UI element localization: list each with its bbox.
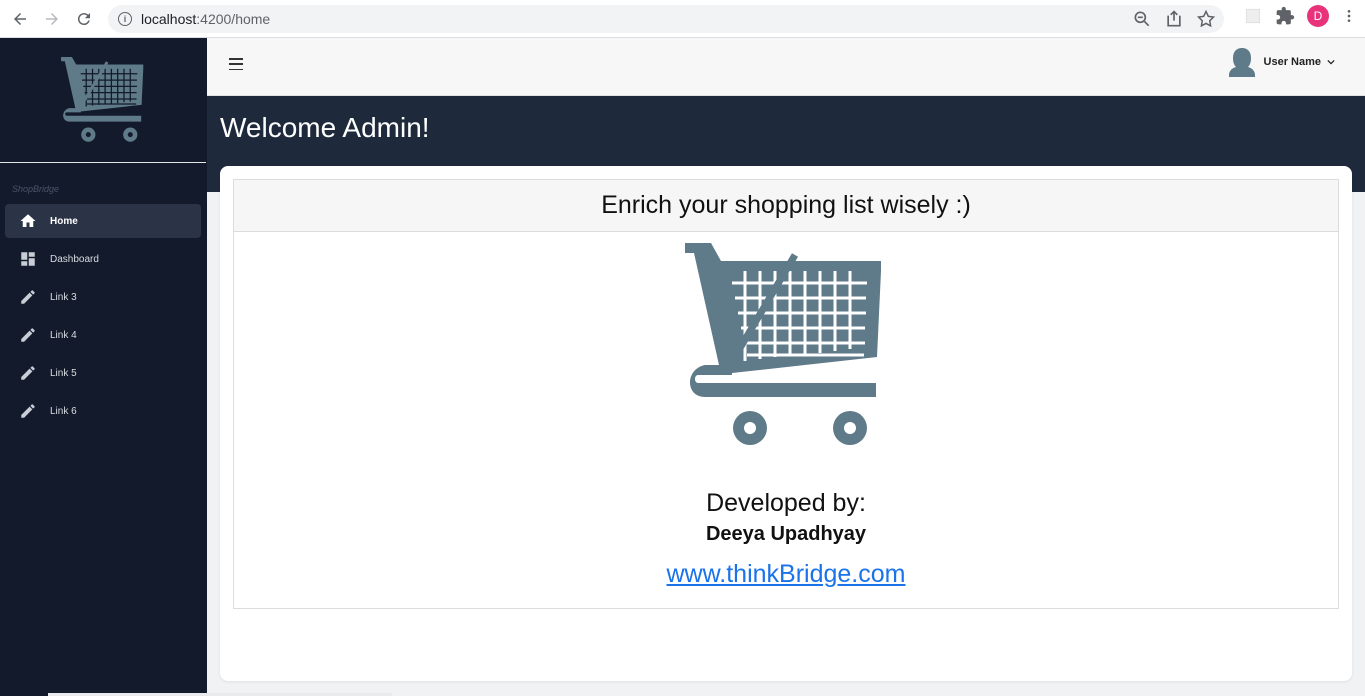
page-title: Welcome Admin! (220, 112, 430, 143)
chevron-down-icon (1327, 59, 1335, 65)
user-name: User Name (1263, 56, 1321, 68)
website-link[interactable]: www.thinkBridge.com (667, 560, 906, 588)
user-menu[interactable]: User Name (1228, 47, 1335, 77)
sidebar-menu: Home Dashboard Link 3 Link 4 Link 5 Link… (0, 204, 207, 428)
pencil-icon (18, 363, 38, 383)
home-icon (18, 211, 38, 231)
user-avatar-icon (1228, 48, 1255, 77)
star-icon[interactable] (1196, 9, 1216, 29)
pencil-icon (18, 401, 38, 421)
arrow-right-icon (46, 12, 58, 25)
sidebar: ShopBridge Home Dashboard Link 3 Link 4 … (0, 38, 207, 696)
sidebar-item-home[interactable]: Home (5, 204, 201, 238)
sidebar-item-label: Home (50, 215, 78, 227)
pencil-icon (18, 325, 38, 345)
website-link-wrapper: www.thinkBridge.com (234, 560, 1338, 589)
developed-by-label: Developed by: (706, 489, 866, 517)
extension-bar: D (1243, 5, 1357, 27)
sidebar-item-label: Link 3 (50, 291, 77, 303)
back-button[interactable] (4, 3, 36, 35)
address-bar[interactable]: i localhost:4200/home (108, 5, 1224, 33)
sidebar-logo[interactable] (0, 38, 206, 163)
app-header: User Name (207, 38, 1365, 96)
info-panel: Enrich your shopping list wisely :) Deve… (233, 179, 1339, 609)
sidebar-item-link-5[interactable]: Link 5 (5, 356, 201, 390)
reload-button[interactable] (68, 3, 100, 35)
sidebar-item-label: Link 4 (50, 329, 77, 341)
pencil-icon (18, 287, 38, 307)
profile-avatar[interactable]: D (1307, 5, 1329, 27)
sidebar-item-label: Link 5 (50, 367, 77, 379)
brand-label: ShopBridge (12, 184, 60, 194)
panel-heading: Enrich your shopping list wisely :) (234, 180, 1338, 232)
puzzle-icon[interactable] (1275, 6, 1295, 26)
shopping-cart-logo-icon (61, 57, 144, 142)
browser-toolbar: i localhost:4200/home D (0, 0, 1365, 38)
arrow-left-icon (14, 12, 26, 25)
hamburger-menu-icon[interactable] (229, 58, 243, 70)
reload-icon (77, 12, 90, 25)
url-text: localhost:4200/home (141, 11, 271, 27)
kebab-menu-icon[interactable] (1341, 6, 1357, 26)
sidebar-item-link-6[interactable]: Link 6 (5, 394, 201, 428)
sidebar-item-dashboard[interactable]: Dashboard (5, 242, 201, 276)
sidebar-item-label: Link 6 (50, 405, 77, 417)
sidebar-item-link-3[interactable]: Link 3 (5, 280, 201, 314)
address-bar-actions (1132, 9, 1216, 29)
dashboard-icon (18, 249, 38, 269)
sidebar-item-label: Dashboard (50, 253, 99, 265)
site-info-icon[interactable]: i (118, 12, 132, 26)
forward-button[interactable] (36, 3, 68, 35)
developer-name: Deeya Upadhyay (705, 523, 867, 545)
extension-placeholder-icon[interactable] (1243, 6, 1263, 26)
shopping-cart-icon (685, 243, 881, 445)
zoom-icon[interactable] (1132, 9, 1152, 29)
sidebar-item-link-4[interactable]: Link 4 (5, 318, 201, 352)
share-icon[interactable] (1164, 9, 1184, 29)
content-card: Enrich your shopping list wisely :) Deve… (220, 166, 1352, 681)
